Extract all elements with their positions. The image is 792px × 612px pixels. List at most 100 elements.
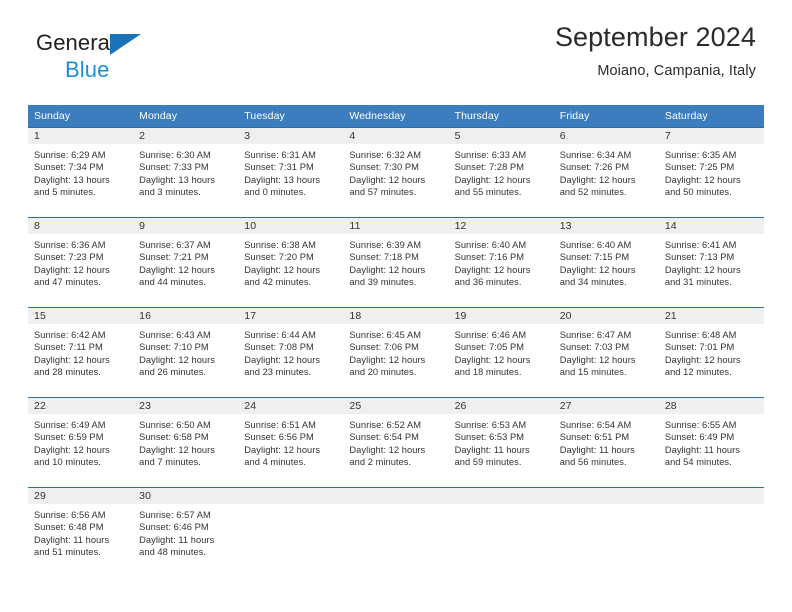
detail-sunrise: Sunrise: 6:38 AM <box>244 240 316 250</box>
detail-sunset: Sunset: 7:03 PM <box>559 342 630 353</box>
day-number: 8 <box>28 218 134 234</box>
detail-sunrise: Sunrise: 6:33 AM <box>454 150 527 160</box>
detail-sunrise: Sunrise: 6:45 AM <box>349 330 422 340</box>
day-details: Sunrise: 6:50 AM Sunset: 6:58 PM Daylight:… <box>133 414 238 469</box>
column-header-thursday: Thursday <box>448 105 554 128</box>
calendar-day-cell[interactable]: 1 Sunrise: 6:29 AM Sunset: 7:34 PM Daylight… <box>28 127 134 218</box>
detail-daylight2: and 0 minutes. <box>244 187 306 198</box>
detail-daylight2: and 48 minutes. <box>139 547 207 558</box>
day-number: 24 <box>238 398 344 414</box>
detail-sunrise: Sunrise: 6:41 AM <box>664 240 737 250</box>
calendar-week-row: 29 Sunrise: 6:56 AM Sunset: 6:48 PM Dayligh… <box>28 487 764 578</box>
day-number: 20 <box>553 308 659 324</box>
day-details <box>238 504 343 509</box>
day-details: Sunrise: 6:31 AM Sunset: 7:31 PM Daylight:… <box>238 144 343 199</box>
day-number: 13 <box>553 218 659 234</box>
calendar-day-cell[interactable]: 6 Sunrise: 6:34 AM Sunset: 7:26 PM Daylight… <box>553 127 659 218</box>
detail-daylight1: Daylight: 12 hours <box>454 354 531 365</box>
calendar-week-row: 15 Sunrise: 6:42 AM Sunset: 7:11 PM Dayligh… <box>28 307 764 398</box>
detail-daylight2: and 36 minutes. <box>454 277 522 288</box>
day-details: Sunrise: 6:39 AM Sunset: 7:18 PM Daylight:… <box>343 234 448 289</box>
detail-sunset: Sunset: 7:18 PM <box>349 252 419 263</box>
detail-daylight1: Daylight: 12 hours <box>664 174 741 185</box>
calendar-day-cell[interactable]: 19 Sunrise: 6:46 AM Sunset: 7:05 PM Dayligh… <box>448 307 554 398</box>
calendar-day-cell[interactable]: 15 Sunrise: 6:42 AM Sunset: 7:11 PM Dayligh… <box>28 307 134 398</box>
calendar-day-cell[interactable]: 28 Sunrise: 6:55 AM Sunset: 6:49 PM Dayligh… <box>658 397 764 488</box>
detail-daylight1: Daylight: 12 hours <box>559 264 636 275</box>
calendar-day-cell[interactable]: 3 Sunrise: 6:31 AM Sunset: 7:31 PM Daylight… <box>238 127 344 218</box>
calendar-day-cell[interactable]: 11 Sunrise: 6:39 AM Sunset: 7:18 PM Dayligh… <box>343 217 449 308</box>
calendar-day-cell[interactable]: 5 Sunrise: 6:33 AM Sunset: 7:28 PM Daylight… <box>448 127 554 218</box>
calendar-day-cell[interactable]: 16 Sunrise: 6:43 AM Sunset: 7:10 PM Dayligh… <box>133 307 239 398</box>
day-details: Sunrise: 6:51 AM Sunset: 6:56 PM Daylight:… <box>238 414 343 469</box>
calendar-day-cell[interactable]: 27 Sunrise: 6:54 AM Sunset: 6:51 PM Dayligh… <box>553 397 659 488</box>
day-number: 11 <box>343 218 449 234</box>
calendar-day-cell[interactable]: 12 Sunrise: 6:40 AM Sunset: 7:16 PM Dayligh… <box>448 217 554 308</box>
detail-daylight2: and 55 minutes. <box>454 187 522 198</box>
calendar-day-cell[interactable]: 24 Sunrise: 6:51 AM Sunset: 6:56 PM Dayligh… <box>238 397 344 488</box>
calendar-day-cell[interactable]: 26 Sunrise: 6:53 AM Sunset: 6:53 PM Dayligh… <box>448 397 554 488</box>
calendar-day-cell[interactable]: 13 Sunrise: 6:40 AM Sunset: 7:15 PM Dayligh… <box>553 217 659 308</box>
detail-sunrise: Sunrise: 6:35 AM <box>664 150 737 160</box>
detail-daylight2: and 56 minutes. <box>559 457 627 468</box>
detail-sunset: Sunset: 6:58 PM <box>139 432 209 443</box>
column-header-saturday: Saturday <box>658 105 764 128</box>
column-header-friday: Friday <box>553 105 659 128</box>
detail-sunset: Sunset: 7:21 PM <box>139 252 209 263</box>
calendar-day-cell[interactable]: 23 Sunrise: 6:50 AM Sunset: 6:58 PM Dayligh… <box>133 397 239 488</box>
calendar-day-cell[interactable]: 14 Sunrise: 6:41 AM Sunset: 7:13 PM Dayligh… <box>658 217 764 308</box>
calendar-day-cell[interactable]: 2 Sunrise: 6:30 AM Sunset: 7:33 PM Daylight… <box>133 127 239 218</box>
page-title: September 2024 <box>554 22 756 52</box>
detail-daylight1: Daylight: 12 hours <box>559 354 636 365</box>
day-number: 18 <box>343 308 449 324</box>
calendar-day-cell[interactable]: 22 Sunrise: 6:49 AM Sunset: 6:59 PM Dayligh… <box>28 397 134 488</box>
calendar-day-cell[interactable]: 8 Sunrise: 6:36 AM Sunset: 7:23 PM Daylight… <box>28 217 134 308</box>
day-number: 7 <box>658 128 764 144</box>
calendar-day-cell[interactable]: 9 Sunrise: 6:37 AM Sunset: 7:21 PM Daylight… <box>133 217 239 308</box>
day-details: Sunrise: 6:46 AM Sunset: 7:05 PM Daylight:… <box>449 324 554 379</box>
logo-top-row: General <box>36 32 141 57</box>
day-number: 28 <box>658 398 764 414</box>
calendar-day-cell[interactable]: 4 Sunrise: 6:32 AM Sunset: 7:30 PM Daylight… <box>343 127 449 218</box>
detail-daylight1: Daylight: 11 hours <box>34 534 110 545</box>
day-number: 15 <box>28 308 134 324</box>
detail-sunset: Sunset: 7:13 PM <box>664 252 735 263</box>
detail-daylight1: Daylight: 12 hours <box>139 264 215 275</box>
day-details: Sunrise: 6:40 AM Sunset: 7:16 PM Daylight:… <box>449 234 554 289</box>
detail-daylight1: Daylight: 12 hours <box>454 174 531 185</box>
detail-sunset: Sunset: 7:10 PM <box>139 342 209 353</box>
detail-daylight1: Daylight: 12 hours <box>244 354 321 365</box>
calendar-day-cell[interactable]: 21 Sunrise: 6:48 AM Sunset: 7:01 PM Dayligh… <box>658 307 764 398</box>
day-number: 12 <box>448 218 554 234</box>
detail-sunrise: Sunrise: 6:46 AM <box>454 330 527 340</box>
calendar-day-cell[interactable]: 10 Sunrise: 6:38 AM Sunset: 7:20 PM Dayligh… <box>238 217 344 308</box>
day-details: Sunrise: 6:44 AM Sunset: 7:08 PM Daylight:… <box>238 324 343 379</box>
detail-daylight2: and 2 minutes. <box>349 457 412 468</box>
calendar-empty-cell <box>553 487 659 578</box>
calendar-day-cell[interactable]: 18 Sunrise: 6:45 AM Sunset: 7:06 PM Dayligh… <box>343 307 449 398</box>
calendar-day-cell[interactable]: 20 Sunrise: 6:47 AM Sunset: 7:03 PM Dayligh… <box>553 307 659 398</box>
calendar-day-cell[interactable]: 29 Sunrise: 6:56 AM Sunset: 6:48 PM Dayligh… <box>28 487 134 578</box>
day-details <box>554 504 659 509</box>
detail-sunrise: Sunrise: 6:39 AM <box>349 240 422 250</box>
day-number: 26 <box>448 398 554 414</box>
detail-sunset: Sunset: 7:06 PM <box>349 342 419 353</box>
logo-triangle-icon <box>110 34 141 55</box>
generalblue-logo[interactable]: General Blue <box>36 22 141 81</box>
detail-daylight1: Daylight: 13 hours <box>244 174 321 185</box>
calendar-table: Sunday Monday Tuesday Wednesday Thursday Frid… <box>28 105 764 578</box>
calendar-empty-cell <box>658 487 764 578</box>
calendar-day-cell[interactable]: 25 Sunrise: 6:52 AM Sunset: 6:54 PM Dayligh… <box>343 397 449 488</box>
calendar-day-cell[interactable]: 17 Sunrise: 6:44 AM Sunset: 7:08 PM Dayligh… <box>238 307 344 398</box>
day-number: 4 <box>343 128 449 144</box>
detail-sunrise: Sunrise: 6:52 AM <box>349 420 422 430</box>
calendar-day-cell[interactable]: 7 Sunrise: 6:35 AM Sunset: 7:25 PM Daylight… <box>658 127 764 218</box>
calendar-body: 1 Sunrise: 6:29 AM Sunset: 7:34 PM Daylight… <box>28 127 764 578</box>
detail-daylight2: and 59 minutes. <box>454 457 522 468</box>
detail-daylight1: Daylight: 12 hours <box>349 264 426 275</box>
detail-sunrise: Sunrise: 6:34 AM <box>559 150 632 160</box>
calendar-day-cell[interactable]: 30 Sunrise: 6:57 AM Sunset: 6:46 PM Dayligh… <box>133 487 239 578</box>
detail-sunset: Sunset: 6:49 PM <box>664 432 735 443</box>
day-details: Sunrise: 6:41 AM Sunset: 7:13 PM Daylight:… <box>659 234 764 289</box>
detail-sunset: Sunset: 6:59 PM <box>34 432 104 443</box>
